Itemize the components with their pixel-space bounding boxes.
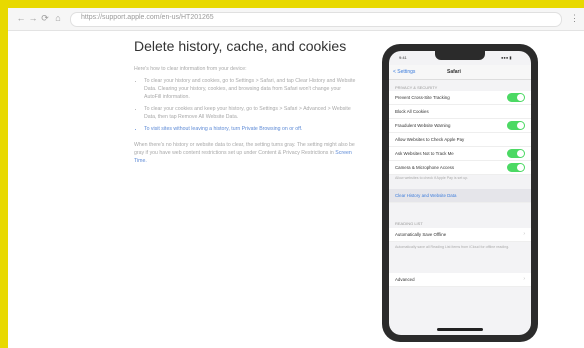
setting-row[interactable]: Automatically Save Offline › [389,228,531,242]
section-header: READING LIST [395,221,423,226]
status-time: 9:41 [399,55,407,60]
phone-notch [435,51,485,60]
setting-row[interactable]: Allow Websites to Check Apple Pay [389,133,531,147]
setting-label: Fraudulent Website Warning [395,123,451,128]
home-indicator [437,328,483,331]
menu-icon[interactable]: ⋮ [570,12,579,25]
setting-row[interactable]: Block All Cookies [389,105,531,119]
setting-label: Prevent Cross-Site Tracking [395,95,450,100]
section-header: PRIVACY & SECURITY [395,85,438,90]
offline-note: Automatically save all Reading List item… [395,245,510,249]
list-item: To clear your cookies and keep your hist… [144,105,356,121]
setting-label: Allow Websites to Check Apple Pay [395,137,465,142]
setting-label: Ask Websites Not to Track Me [395,151,454,156]
url-text: https://support.apple.com/en-us/HT201265 [81,14,214,21]
browser-window: ← → ⟳ ⌂ https://support.apple.com/en-us/… [8,8,584,348]
setting-row[interactable]: Fraudulent Website Warning [389,119,531,133]
article-title: Delete history, cache, and cookies [134,38,347,54]
clear-history-row[interactable]: Clear History and Website Data [389,189,531,203]
footer-text: When there's no history or website data … [134,142,355,156]
chevron-right-icon: › [523,231,525,237]
reload-icon[interactable]: ⟳ [40,13,50,23]
setting-row[interactable]: Prevent Cross-Site Tracking [389,91,531,105]
back-button[interactable]: < Settings [393,69,415,75]
clear-history-button[interactable]: Clear History and Website Data [395,193,456,198]
iphone-image: 9:41 ●●● ▮ < Settings Safari PRIVACY & S… [382,44,538,342]
back-arrow-icon[interactable]: ← [16,13,26,23]
setting-label: Camera & Microphone Access [395,165,455,170]
toggle-switch[interactable] [507,121,525,130]
forward-arrow-icon[interactable]: → [28,13,38,23]
advanced-settings: Advanced › [389,273,531,287]
nav-title: Safari [447,69,461,75]
address-bar[interactable]: https://support.apple.com/en-us/HT201265 [70,12,562,27]
toggle-switch[interactable] [507,93,525,102]
reading-settings: Automatically Save Offline › [389,228,531,242]
phone-screen: 9:41 ●●● ▮ < Settings Safari PRIVACY & S… [389,51,531,335]
setting-row[interactable]: Ask Websites Not to Track Me [389,147,531,161]
setting-row[interactable]: Camera & Microphone Access [389,161,531,175]
toggle-switch[interactable] [507,149,525,158]
setting-row[interactable]: Advanced › [389,273,531,287]
instruction-list: To clear your history and cookies, go to… [134,77,356,133]
setting-row[interactable]: Clear History and Website Data [389,189,531,203]
setting-label: Automatically Save Offline [395,232,447,237]
home-icon[interactable]: ⌂ [53,13,63,23]
browser-toolbar: ← → ⟳ ⌂ https://support.apple.com/en-us/… [8,8,584,31]
article-lead: Here's how to clear information from you… [134,66,247,72]
toggle-switch[interactable] [507,163,525,172]
article-footer: When there's no history or website data … [134,141,356,165]
chevron-right-icon: › [523,276,525,282]
setting-label: Advanced [395,277,415,282]
list-item: To clear your history and cookies, go to… [144,77,356,101]
list-item-link[interactable]: To visit sites without leaving a history… [144,125,356,133]
article: Delete history, cache, and cookies Here'… [134,38,356,165]
settings-navbar: < Settings Safari [389,65,531,80]
privacy-note: Allow websites to check if Apple Pay is … [395,176,469,180]
setting-label: Block All Cookies [395,109,429,114]
status-signal: ●●● ▮ [501,55,512,60]
privacy-settings: Prevent Cross-Site Tracking Block All Co… [389,91,531,175]
